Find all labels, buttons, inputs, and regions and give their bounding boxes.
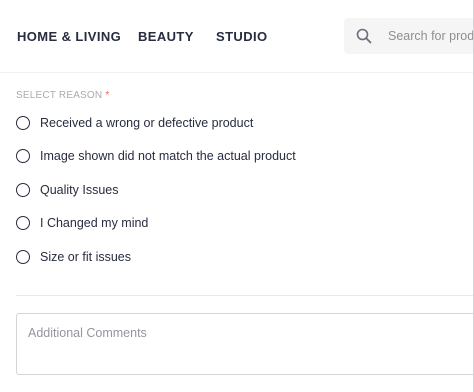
radio-button[interactable] — [16, 216, 30, 230]
search-input[interactable] — [388, 18, 474, 54]
nav-item-studio[interactable]: STUDIO — [216, 29, 268, 44]
reason-option-quality-issues[interactable]: Quality Issues — [16, 181, 119, 199]
search-icon[interactable] — [356, 28, 372, 44]
nav-item-beauty[interactable]: BEAUTY — [138, 29, 194, 44]
select-reason-heading: SELECT REASON * — [16, 90, 109, 101]
return-reason-page: HOME & LIVING BEAUTY STUDIO SELECT REASO… — [0, 0, 474, 392]
reason-option-label: Image shown did not match the actual pro… — [40, 149, 296, 163]
required-asterisk: * — [105, 90, 110, 101]
reason-option-wrong-defective[interactable]: Received a wrong or defective product — [16, 114, 253, 132]
reason-option-image-mismatch[interactable]: Image shown did not match the actual pro… — [16, 147, 296, 165]
reason-option-size-fit[interactable]: Size or fit issues — [16, 248, 131, 266]
additional-comments-field[interactable] — [16, 313, 474, 375]
radio-button[interactable] — [16, 183, 30, 197]
reason-option-label: Size or fit issues — [40, 250, 132, 264]
reason-option-changed-mind[interactable]: I Changed my mind — [16, 214, 148, 232]
nav-item-home-living[interactable]: HOME & LIVING — [17, 29, 121, 44]
radio-button[interactable] — [16, 250, 30, 264]
reason-option-label: Quality Issues — [40, 183, 119, 197]
select-reason-label: SELECT REASON — [16, 90, 103, 101]
reason-option-label: Received a wrong or defective product — [40, 116, 254, 130]
section-divider — [16, 295, 474, 296]
top-header: HOME & LIVING BEAUTY STUDIO — [0, 0, 474, 73]
search-box[interactable] — [344, 18, 474, 54]
reason-option-label: I Changed my mind — [40, 216, 149, 230]
radio-button[interactable] — [16, 149, 30, 163]
radio-button[interactable] — [16, 116, 30, 130]
